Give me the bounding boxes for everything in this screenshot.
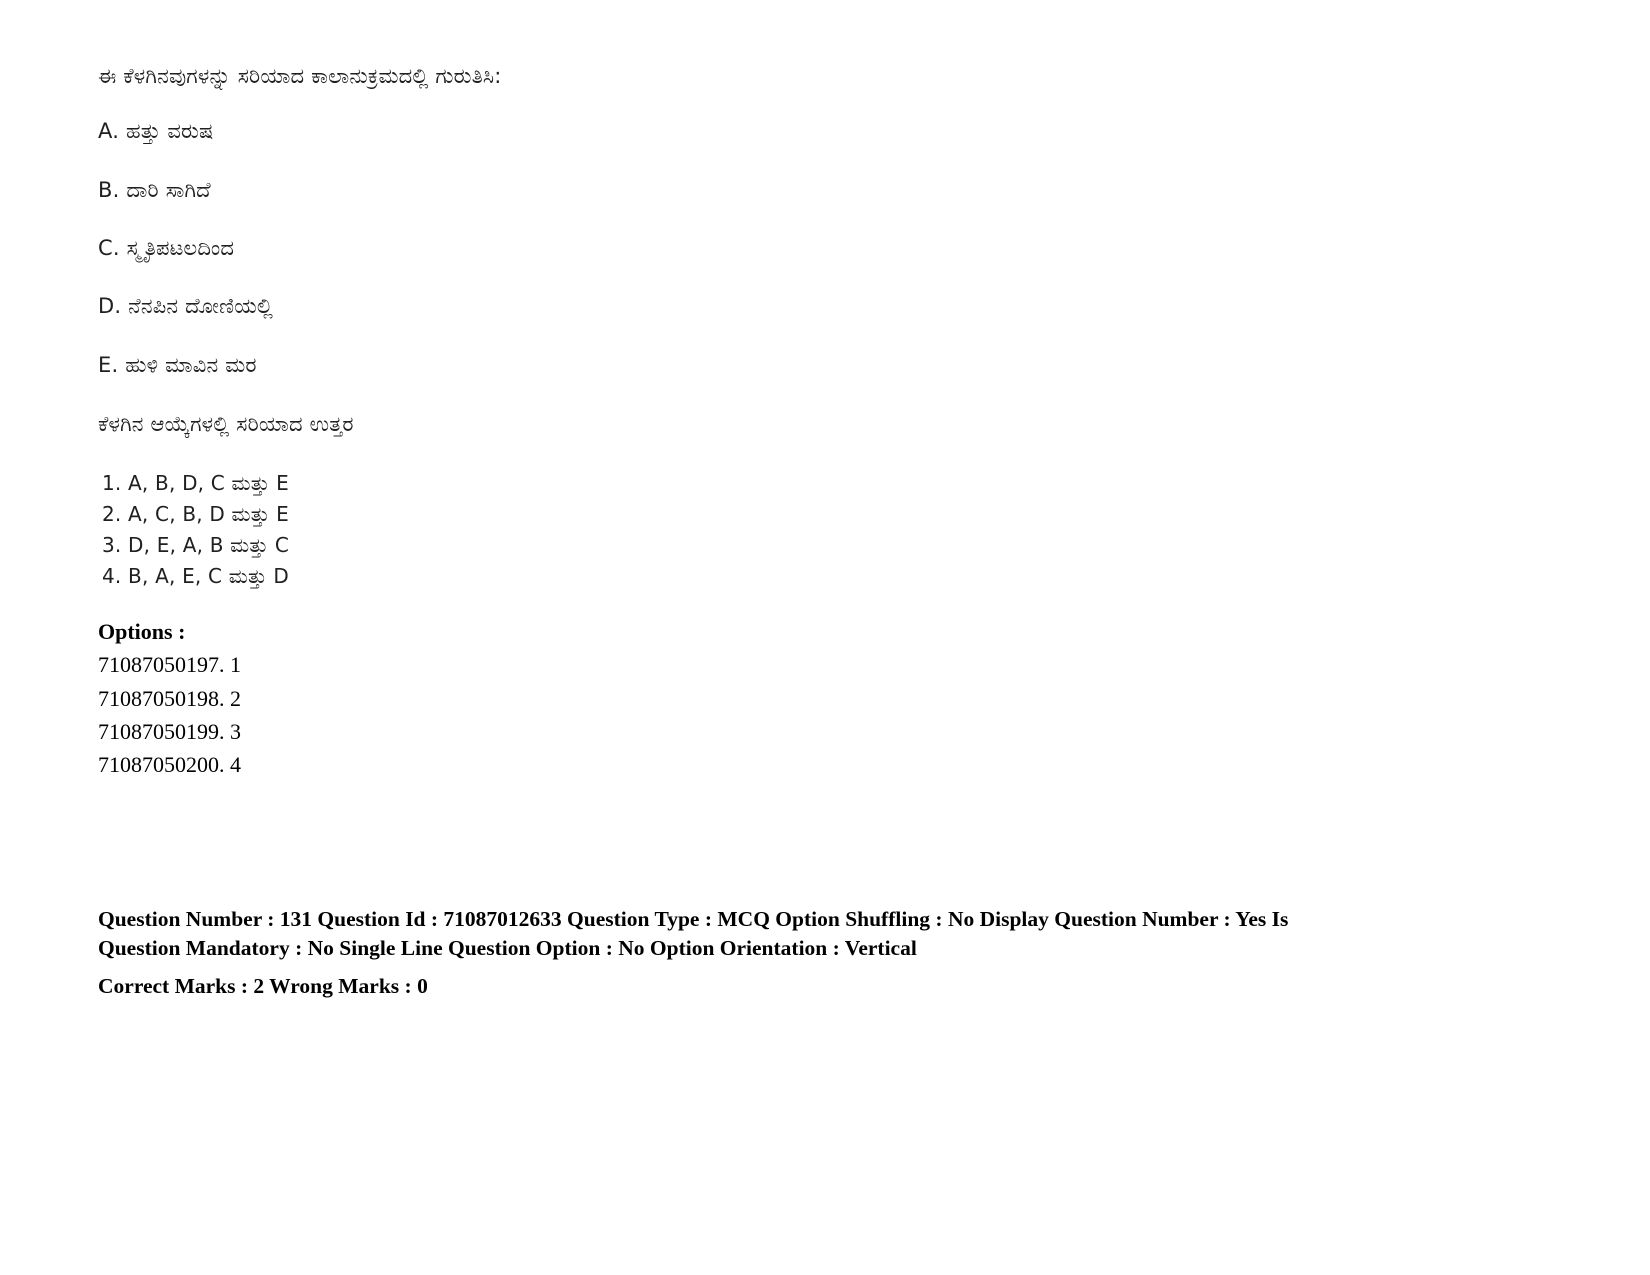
answer-choice-2[interactable]: 2. A, C, B, D ಮತ್ತು E (102, 499, 1578, 530)
answer-choice-4[interactable]: 4. B, A, E, C ಮತ್ತು D (102, 561, 1578, 592)
statement-item-b: B. ದಾರಿ ಸಾಗಿದೆ (98, 177, 211, 202)
option-id-4: 71087050200. 4 (98, 752, 241, 778)
answer-choice-list: 1. A, B, D, C ಮತ್ತು E 2. A, C, B, D ಮತ್ತ… (102, 468, 1578, 592)
statement-item-e: E. ಹುಳಿ ಮಾವಿನ ಮರ (98, 352, 257, 377)
statement-item-c: C. ಸ್ಮೃತಿಪಟಲದಿಂದ (98, 235, 235, 260)
answer-choice-3[interactable]: 3. D, E, A, B ಮತ್ತು C (102, 530, 1578, 561)
question-stem: ಈ ಕೆಳಗಿನವುಗಳನ್ನು ಸರಿಯಾದ ಕಾಲಾನುಕ್ರಮದಲ್ಲಿ … (98, 64, 502, 88)
answer-lead-in: ಕೆಳಗಿನ ಆಯ್ಕೆಗಳಲ್ಲಿ ಸರಿಯಾದ ಉತ್ತರ (98, 411, 354, 436)
metadata-line-3: Correct Marks : 2 Wrong Marks : 0 (98, 974, 428, 999)
question-page: ಈ ಕೆಳಗಿನವುಗಳನ್ನು ಸರಿಯಾದ ಕಾಲಾನುಕ್ರಮದಲ್ಲಿ … (0, 0, 1650, 1275)
option-id-list: 71087050197. 1 71087050198. 2 7108705019… (98, 648, 1578, 782)
option-id-1: 71087050197. 1 (98, 652, 241, 678)
option-id-2: 71087050198. 2 (98, 685, 241, 711)
metadata-line-1: Question Number : 131 Question Id : 7108… (98, 907, 1289, 931)
statement-item-d: D. ನೆನಪಿನ ದೋಣಿಯಲ್ಲಿ (98, 294, 274, 319)
option-id-3: 71087050199. 3 (98, 718, 241, 744)
options-heading: Options : (98, 619, 186, 645)
question-content: ಈ ಕೆಳಗಿನವುಗಳನ್ನು ಸರಿಯಾದ ಕಾಲಾನುಕ್ರಮದಲ್ಲಿ … (98, 62, 1578, 782)
question-metadata: Question Number : 131 Question Id : 7108… (98, 905, 1550, 1001)
metadata-line-2: Question Mandatory : No Single Line Ques… (98, 935, 917, 960)
statement-list: A. ಹತ್ತು ವರುಷ B. ದಾರಿ ಸಾಗಿದೆ C. ಸ್ಮೃತಿಪಟ… (98, 118, 1578, 378)
answer-choice-1[interactable]: 1. A, B, D, C ಮತ್ತು E (102, 468, 1578, 499)
statement-item-a: A. ಹತ್ತು ವರುಷ (98, 119, 214, 144)
